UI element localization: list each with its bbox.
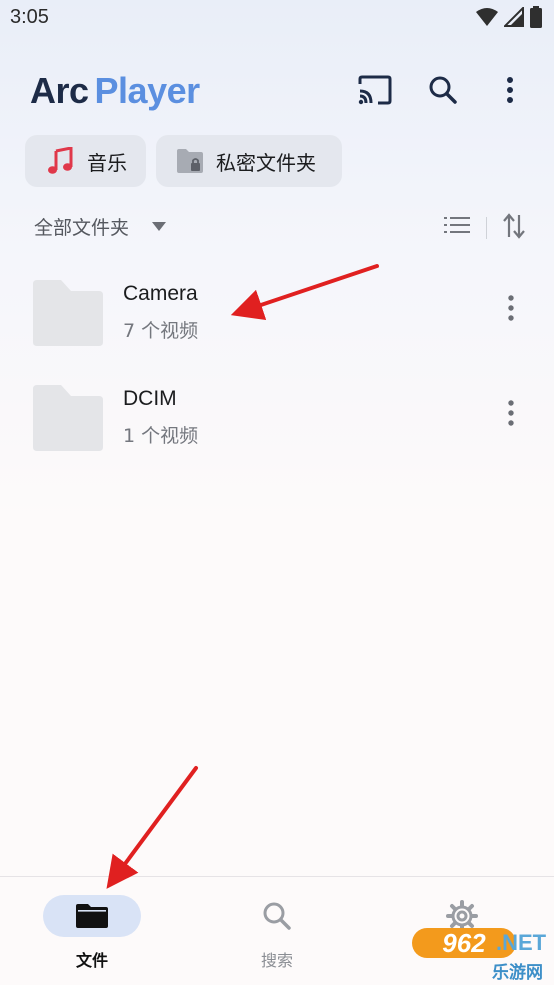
- nav-active-indicator: [43, 895, 141, 937]
- status-time: 3:05: [10, 6, 49, 28]
- filter-bar: 全部文件夹: [0, 205, 554, 245]
- folder-video-count: 1 个视频: [123, 425, 199, 447]
- nav-tab-files[interactable]: 文件: [41, 895, 181, 975]
- nav-label-search: 搜索: [261, 951, 294, 970]
- watermark-domain: .NET: [496, 930, 547, 955]
- list-view-icon[interactable]: [444, 215, 470, 235]
- nav-tab-search[interactable]: 搜索: [226, 895, 366, 975]
- folder-list-item[interactable]: Camera 7 个视频: [0, 260, 554, 350]
- chip-music-label: 音乐: [87, 150, 127, 175]
- folder-video-count: 7 个视频: [123, 320, 199, 342]
- search-icon: [429, 76, 457, 104]
- watermark-number: 962: [442, 927, 486, 958]
- status-icons: [476, 6, 542, 28]
- logo-player: Player: [94, 70, 201, 111]
- status-bar: 3:05: [0, 0, 554, 38]
- wifi-icon: [476, 8, 498, 26]
- more-vertical-icon: [508, 295, 514, 321]
- cast-button[interactable]: [355, 70, 395, 110]
- sort-icon[interactable]: [502, 213, 526, 239]
- overflow-menu-button[interactable]: [490, 70, 530, 110]
- folder-filter-dropdown[interactable]: 全部文件夹: [34, 213, 129, 240]
- search-icon: [263, 902, 291, 930]
- chip-private-folder-label: 私密文件夹: [216, 150, 316, 175]
- folder-name: Camera: [123, 282, 198, 305]
- folder-icon: [33, 385, 103, 451]
- locked-folder-icon: [177, 149, 203, 173]
- cellular-signal-icon: [504, 7, 524, 27]
- nav-label-files: 文件: [76, 951, 109, 970]
- folder-list-item[interactable]: DCIM 1 个视频: [0, 365, 554, 455]
- search-button[interactable]: [423, 70, 463, 110]
- logo-arc: Arc: [30, 70, 89, 111]
- battery-icon: [530, 6, 542, 28]
- cast-icon: [358, 75, 392, 105]
- folder-more-button[interactable]: [496, 395, 526, 431]
- music-note-icon: [48, 147, 73, 174]
- dropdown-caret-icon[interactable]: [152, 222, 166, 231]
- folder-more-button[interactable]: [496, 290, 526, 326]
- watermark-logo: 962 .NET 乐游网: [412, 927, 550, 983]
- more-vertical-icon: [508, 400, 514, 426]
- folder-icon: [76, 904, 108, 928]
- app-bar: Arc Player: [0, 60, 554, 120]
- more-vertical-icon: [507, 77, 513, 103]
- toolbar-divider: [486, 217, 487, 239]
- folder-icon: [33, 280, 103, 346]
- chip-private-folder[interactable]: 私密文件夹: [156, 135, 342, 187]
- folder-name: DCIM: [123, 387, 177, 410]
- app-logo: Arc Player: [30, 70, 200, 112]
- chip-music[interactable]: 音乐: [25, 135, 146, 187]
- nav-icon-container: [228, 895, 326, 937]
- watermark-name: 乐游网: [492, 963, 543, 983]
